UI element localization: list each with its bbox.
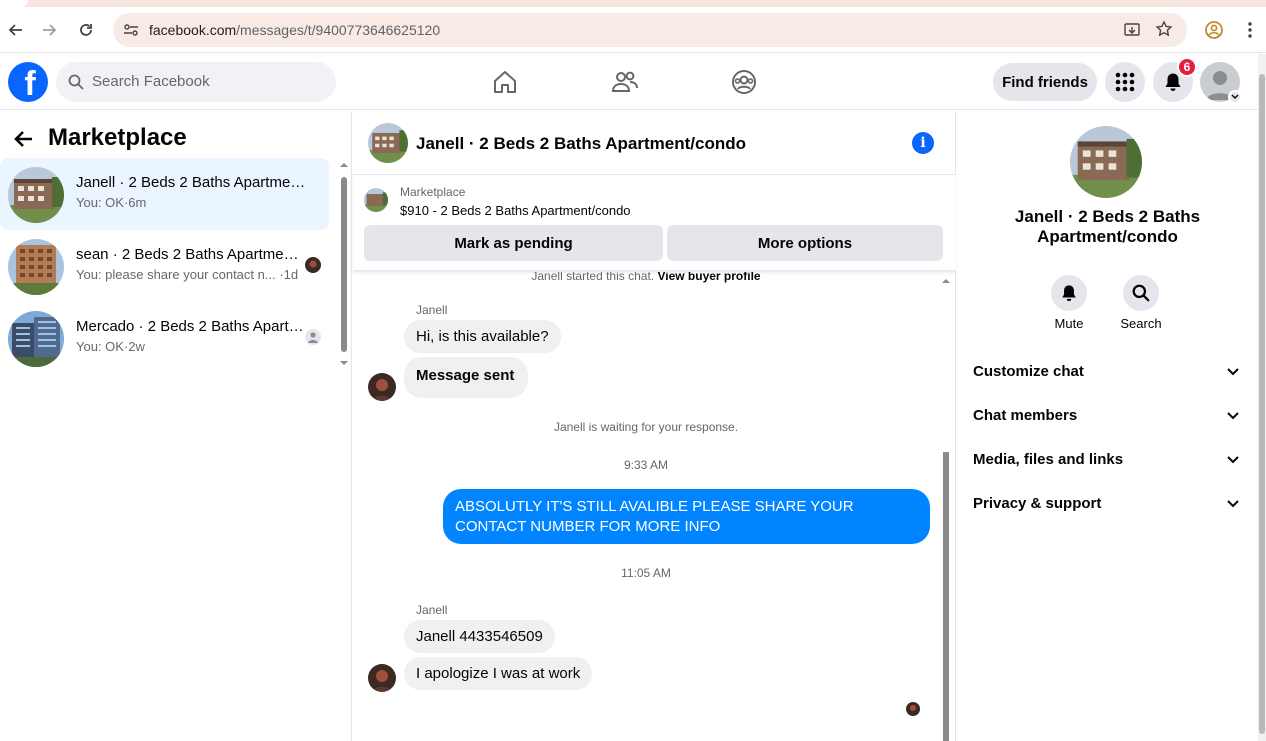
read-receipt-avatar	[305, 329, 321, 345]
listing-card-label: Marketplace	[400, 185, 466, 199]
conversation-item-sean[interactable]: sean · 2 Beds 2 Baths Apartment/condo Yo…	[0, 230, 329, 302]
sender-name: Janell	[416, 603, 448, 617]
bell-icon	[1062, 285, 1076, 302]
marketplace-sidebar: Marketplace Janell · 2 Beds 2 Baths Apar…	[0, 111, 352, 741]
view-buyer-profile-link[interactable]: View buyer profile	[657, 272, 760, 283]
mute-label: Mute	[1054, 316, 1084, 331]
chat-started-notice: Janell started this chat. View buyer pro…	[353, 272, 939, 283]
mark-as-pending-button[interactable]: Mark as pending	[364, 225, 663, 261]
info-listing-thumbnail[interactable]	[1070, 126, 1142, 198]
timestamp: 9:33 AM	[623, 458, 669, 472]
conversation-name: Janell · 2 Beds 2 Baths Apartment/condo	[76, 174, 306, 191]
message-bubble-received[interactable]: Janell 4433546509	[404, 620, 555, 653]
timestamp: 11:05 AM	[621, 566, 671, 580]
chat-members-section[interactable]: Chat members	[973, 405, 1243, 429]
forward-icon[interactable]	[40, 20, 60, 40]
section-label: Privacy & support	[973, 495, 1102, 512]
page-scrollbar[interactable]	[1258, 54, 1266, 741]
account-chevron-icon[interactable]	[1228, 90, 1242, 104]
customize-chat-section[interactable]: Customize chat	[973, 361, 1243, 385]
conversation-item-janell[interactable]: Janell · 2 Beds 2 Baths Apartment/condo …	[0, 158, 329, 230]
message-bubble-received[interactable]: I apologize I was at work	[404, 657, 593, 690]
conversation-item-mercado[interactable]: Mercado · 2 Beds 2 Baths Apartment/condo…	[0, 302, 329, 374]
listing-thumbnail	[8, 167, 64, 223]
info-icon[interactable]: i	[912, 132, 934, 154]
search-label: Search	[1120, 316, 1162, 331]
notification-badge: 6	[1177, 57, 1197, 77]
mute-button[interactable]	[1051, 275, 1087, 311]
read-receipt-avatar	[305, 257, 321, 273]
listing-card: Marketplace $910 - 2 Beds 2 Baths Apartm…	[353, 175, 956, 271]
message-bubble-received[interactable]: Message sent	[404, 357, 529, 398]
media-files-links-section[interactable]: Media, files and links	[973, 449, 1243, 473]
facebook-logo-icon[interactable]: f	[8, 62, 48, 102]
reload-icon[interactable]	[76, 20, 96, 40]
url-path: /messages/t/9400773646625120	[236, 22, 441, 38]
install-app-icon[interactable]	[1123, 21, 1141, 44]
listing-thumbnail	[8, 311, 64, 367]
sidebar-title: Marketplace	[48, 124, 187, 151]
section-label: Chat members	[973, 407, 1078, 424]
menu-grid-icon	[1115, 72, 1135, 92]
listing-card-thumbnail	[364, 188, 388, 212]
active-tab-edge	[0, 0, 28, 7]
find-friends-button[interactable]: Find friends	[993, 63, 1097, 101]
chevron-down-icon	[1225, 451, 1241, 467]
address-bar[interactable]: facebook.com/messages/t/9400773646625120	[113, 13, 1187, 47]
friends-icon[interactable]	[611, 68, 639, 96]
search-icon	[68, 74, 84, 95]
browser-menu-icon[interactable]	[1243, 21, 1257, 44]
chat-listing-thumbnail[interactable]	[368, 123, 408, 163]
listing-price-title[interactable]: $910 - 2 Beds 2 Baths Apartment/condo	[400, 203, 631, 218]
page-scrollbar-thumb[interactable]	[1259, 74, 1265, 734]
conversation-preview: You: OK·6m	[76, 195, 147, 210]
site-settings-icon[interactable]	[123, 22, 139, 43]
search-icon	[1132, 284, 1150, 302]
chat-started-text: Janell started this chat.	[531, 272, 655, 283]
sidebar-scrollbar[interactable]	[340, 161, 348, 365]
chat-header: Janell · 2 Beds 2 Baths Apartment/condo …	[353, 111, 956, 175]
message-thread: Janell started this chat. View buyer pro…	[353, 272, 956, 741]
chat-info-panel: Janell · 2 Beds 2 Baths Apartment/condo …	[957, 111, 1258, 741]
more-options-button[interactable]: More options	[667, 225, 943, 261]
profile-icon[interactable]	[1204, 20, 1224, 45]
info-panel-title: Janell · 2 Beds 2 Baths Apartment/condo	[1014, 207, 1201, 246]
conversation-preview: You: please share your contact n... ·1d	[76, 267, 299, 282]
browser-tab-strip	[0, 0, 1266, 7]
sender-name: Janell	[416, 303, 448, 317]
facebook-search-input[interactable]: Search Facebook	[56, 62, 336, 102]
url-host: facebook.com	[149, 22, 237, 38]
chat-panel: Janell · 2 Beds 2 Baths Apartment/condo …	[353, 111, 956, 741]
message-bubble-sent[interactable]: ABSOLUTLY IT'S STILL AVALIBLE PLEASE SHA…	[443, 489, 930, 544]
bookmark-star-icon[interactable]	[1155, 20, 1173, 43]
listing-thumbnail	[8, 239, 64, 295]
groups-icon[interactable]	[730, 68, 758, 96]
conversation-name: sean · 2 Beds 2 Baths Apartment/condo	[76, 246, 306, 263]
sender-avatar	[368, 373, 396, 401]
conversation-preview: You: OK·2w	[76, 339, 145, 354]
section-label: Media, files and links	[973, 451, 1124, 468]
chat-scrollbar-thumb[interactable]	[943, 452, 949, 741]
menu-grid-button[interactable]	[1105, 62, 1145, 102]
message-bubble-received[interactable]: Hi, is this available?	[404, 320, 561, 353]
search-conversation-button[interactable]	[1123, 275, 1159, 311]
chevron-down-icon	[1225, 495, 1241, 511]
back-icon[interactable]	[5, 20, 25, 40]
privacy-support-section[interactable]: Privacy & support	[973, 493, 1243, 517]
waiting-notice: Janell is waiting for your response.	[553, 420, 739, 434]
section-label: Customize chat	[973, 363, 1084, 380]
back-arrow-icon[interactable]	[12, 127, 36, 151]
chevron-down-icon	[1225, 363, 1241, 379]
chevron-down-icon	[1225, 407, 1241, 423]
browser-toolbar: facebook.com/messages/t/9400773646625120	[0, 7, 1266, 53]
home-icon[interactable]	[491, 68, 519, 96]
facebook-header: f Search Facebook Find friends 6	[0, 54, 1258, 110]
chat-title[interactable]: Janell · 2 Beds 2 Baths Apartment/condo	[416, 134, 746, 154]
seen-receipt-avatar	[906, 702, 920, 716]
sender-avatar	[368, 664, 396, 692]
conversation-name: Mercado · 2 Beds 2 Baths Apartment/condo	[76, 318, 306, 335]
url-text[interactable]: facebook.com/messages/t/9400773646625120	[149, 22, 440, 38]
search-placeholder: Search Facebook	[92, 73, 210, 90]
